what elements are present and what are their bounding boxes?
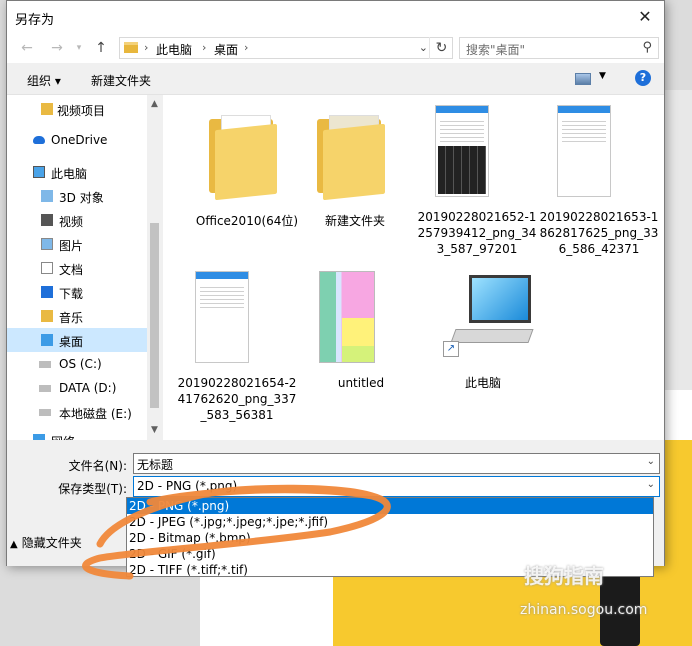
watermark-url: zhinan.sogou.com (520, 602, 648, 618)
annotation-circle (82, 484, 391, 580)
annotation-overlay (82, 484, 391, 580)
watermark-brand: 搜狗指南 (524, 564, 604, 588)
